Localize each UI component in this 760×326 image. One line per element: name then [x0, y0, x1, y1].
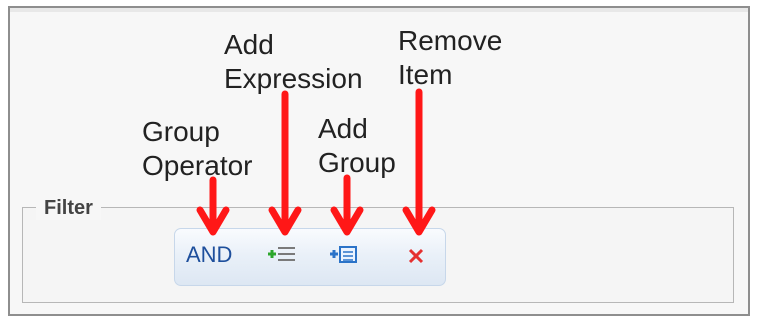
add-expression-callout: Add Expression — [224, 29, 363, 94]
group-operator-callout: Group Operator — [142, 116, 253, 181]
remove-item-icon[interactable] — [402, 242, 434, 272]
group-operator-button[interactable]: AND — [186, 241, 232, 269]
remove-item-callout: Remove Item — [398, 25, 503, 90]
add-group-callout: Add Group — [318, 113, 396, 178]
add-expression-icon[interactable] — [265, 240, 297, 270]
filter-legend: Filter — [36, 196, 101, 220]
add-group-icon[interactable] — [327, 240, 359, 270]
window-top-shadow — [10, 8, 748, 12]
